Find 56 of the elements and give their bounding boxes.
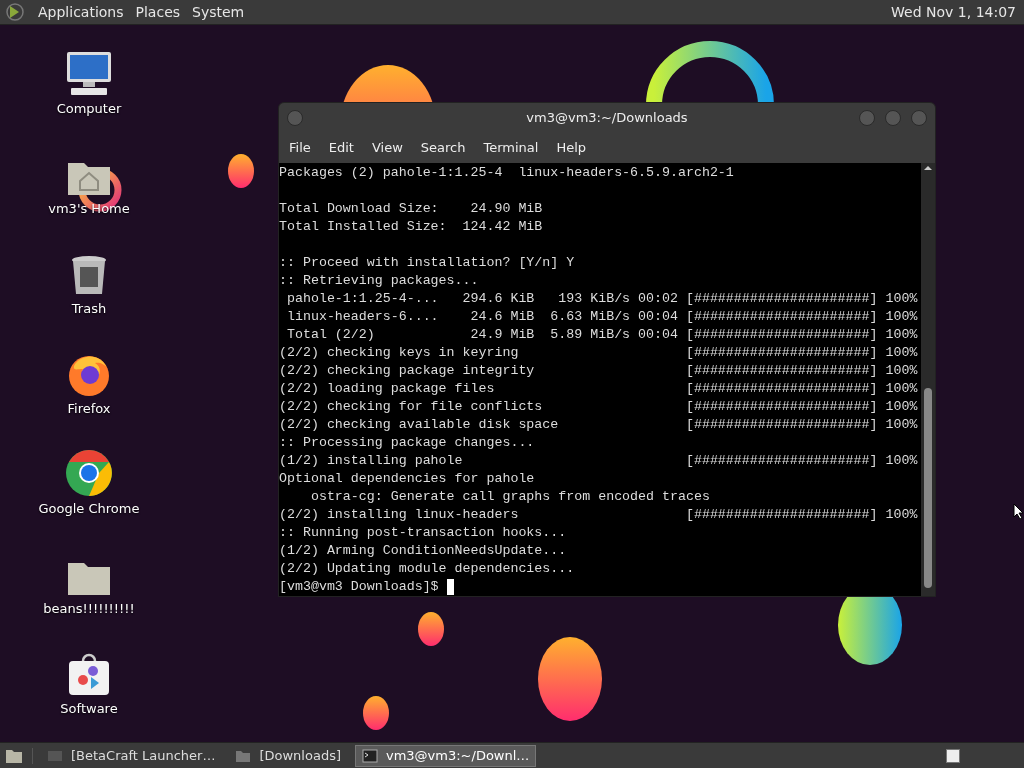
mouse-pointer-icon — [1013, 503, 1023, 519]
trash-icon — [70, 255, 108, 297]
menu-item[interactable]: Edit — [328, 138, 354, 158]
desktop-icon-label[interactable]: Software — [60, 699, 118, 719]
terminal-line: (1/2) Arming ConditionNeedsUpdate... — [279, 543, 567, 558]
computer-icon — [65, 51, 113, 97]
desktop-icon-label[interactable]: Google Chrome — [38, 499, 140, 519]
terminal-line: pahole-1:1.25-4-... 294.6 KiB 193 KiB/s 00:02 [######################] 100% — [285, 291, 918, 306]
panel-menu[interactable]: Applications — [38, 1, 124, 23]
terminal-line: :: Running post-transaction hooks... — [279, 525, 567, 540]
terminal-line: (2/2) checking keys in keyring [######################] 100% — [279, 345, 918, 360]
terminal-line: Total Installed Size: 124.42 MiB — [279, 219, 543, 234]
terminal-line: :: Processing package changes... — [279, 435, 535, 450]
clock: Wed Nov 1, 14:07 — [891, 2, 1017, 22]
taskbar-button[interactable]: [Downloads] — [229, 744, 347, 767]
desktop-icon-label[interactable]: beans!!!!!!!!!! — [43, 599, 135, 619]
terminal-line: (2/2) checking for file conflicts [######################] 100% — [279, 399, 918, 414]
terminal-line: Total (2/2) 24.9 MiB 5.89 MiB/s 00:04 [######################] 100% — [285, 327, 918, 342]
panel-menu[interactable]: System — [192, 1, 245, 23]
terminal-line: :: Retrieving packages... — [279, 273, 479, 288]
terminal-line: Total Download Size: 24.90 MiB — [279, 201, 543, 216]
scroll-up-icon[interactable] — [923, 163, 933, 173]
terminal-line: :: Proceed with installation? [Y/n] Y — [279, 255, 575, 270]
terminal-line: (2/2) loading package files [######################] 100% — [279, 381, 918, 396]
app-icon — [47, 748, 63, 763]
terminal-line: (1/2) installing pahole [######################] 100% — [279, 453, 918, 468]
desktop-icon-label[interactable]: Computer — [56, 99, 122, 119]
terminal-line: (2/2) checking available disk space [######################] 100% — [279, 417, 918, 432]
desktop-icon-label[interactable]: Firefox — [67, 399, 111, 419]
folder-icon — [235, 748, 252, 763]
terminal-line: Optional dependencies for pahole — [279, 471, 535, 486]
panel-menu[interactable]: Places — [135, 1, 181, 23]
terminal-line: Packages (2) pahole-1:1.25-4 linux-headers-6.5.9.arch2-1 — [279, 165, 734, 180]
menu-item[interactable]: Terminal — [483, 138, 539, 158]
terminal-line: (2/2) installing linux-headers [######################] 100% — [279, 507, 918, 522]
show-desktop-icon[interactable] — [4, 747, 24, 764]
terminal-line: linux-headers-6.... 24.6 MiB 6.63 MiB/s 00:04 [######################] 100% — [285, 309, 918, 324]
terminal-line: (2/2) checking package integrity [######################] 100% — [279, 363, 918, 378]
terminal-icon — [362, 748, 378, 763]
software-store-icon — [67, 653, 111, 697]
desktop-icon-label[interactable]: Trash — [71, 299, 107, 319]
scrollbar[interactable] — [921, 163, 935, 596]
menu-item[interactable]: Search — [420, 138, 466, 158]
window-title: vm3@vm3:~/Downloads — [526, 109, 688, 128]
workspace-switcher[interactable] — [946, 748, 960, 763]
text-cursor — [446, 579, 454, 595]
terminal-line: ostra-cg: Generate call graphs from encoded traces — [309, 489, 710, 504]
menu-item[interactable]: File — [289, 138, 311, 158]
menu-item[interactable]: Help — [556, 138, 587, 158]
logo-icon[interactable] — [4, 2, 26, 22]
menu-item[interactable]: View — [371, 138, 403, 158]
terminal-line: (2/2) Updating module dependencies... — [279, 561, 575, 576]
chrome-icon — [65, 449, 113, 497]
taskbar-button[interactable]: vm3@vm3:~/Downl… — [355, 744, 537, 767]
taskbar-button[interactable]: [BetaCraft Launcher… — [41, 744, 222, 767]
shell-prompt: [vm3@vm3 Downloads]$ — [279, 578, 439, 596]
